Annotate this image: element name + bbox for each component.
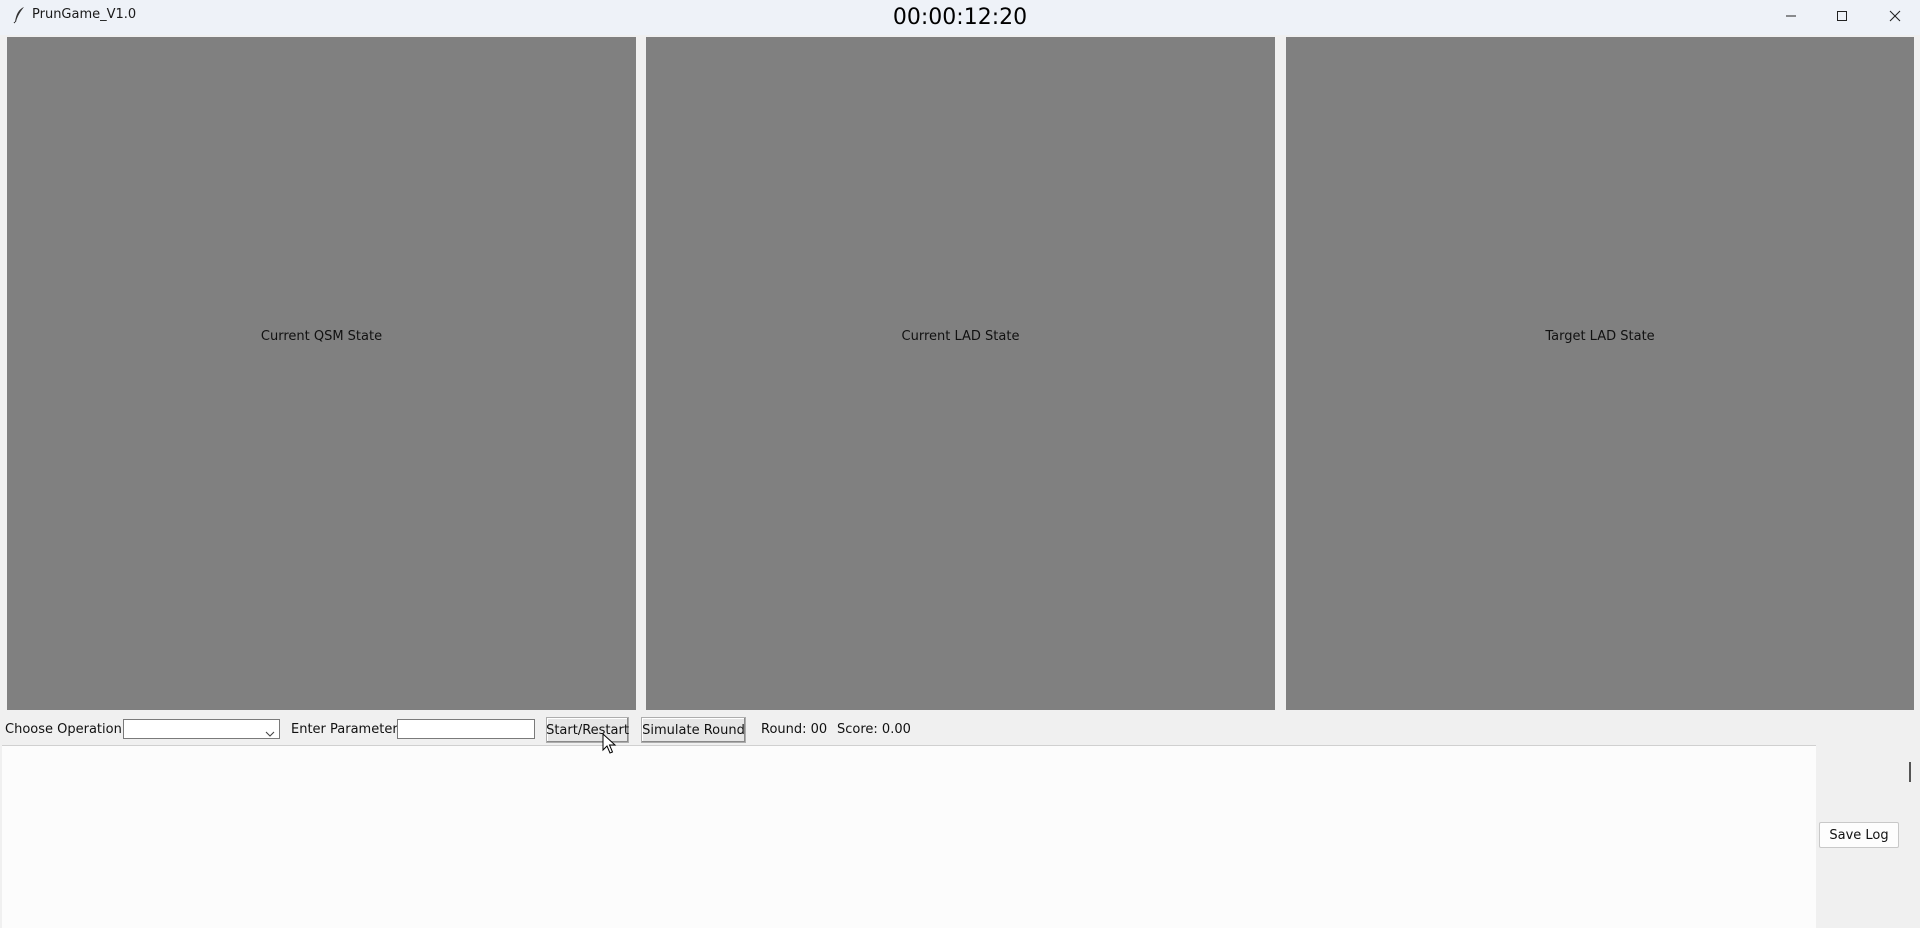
round-counter: Round: 00 (761, 722, 828, 737)
minimize-icon (1786, 15, 1796, 17)
simulate-round-button[interactable]: Simulate Round (641, 717, 746, 743)
score-display: Score: 0.00 (837, 722, 911, 737)
feather-icon (12, 6, 28, 24)
operation-select[interactable] (123, 719, 280, 739)
controls-bar: Choose Operation: Enter Parameter: Start… (0, 716, 1920, 744)
minimize-button[interactable] (1764, 0, 1818, 32)
maximize-icon (1837, 11, 1847, 21)
parameter-input[interactable] (397, 719, 535, 739)
log-text-area[interactable] (2, 745, 1816, 928)
app-window: PrunGame_V1.0 00:00:12:20 Current QSM St… (0, 0, 1920, 928)
maximize-button[interactable] (1815, 0, 1869, 32)
current-lad-state-canvas: Current LAD State (646, 37, 1275, 710)
log-scrollbar[interactable] (1905, 750, 1917, 928)
chevron-down-icon[interactable] (264, 724, 276, 737)
scrollbar-thumb[interactable] (1909, 762, 1911, 782)
window-title: PrunGame_V1.0 (32, 7, 137, 22)
panel-label: Current LAD State (901, 329, 1020, 344)
qsm-state-canvas: Current QSM State (7, 37, 636, 710)
start-restart-button[interactable]: Start/Restart (546, 717, 629, 743)
elapsed-timer: 00:00:12:20 (892, 5, 1028, 30)
close-button[interactable] (1868, 0, 1920, 32)
operation-label: Choose Operation: (5, 722, 127, 737)
parameter-label: Enter Parameter: (291, 722, 402, 737)
panel-label: Target LAD State (1545, 329, 1655, 344)
save-log-button[interactable]: Save Log (1819, 822, 1899, 848)
target-lad-state-canvas: Target LAD State (1286, 37, 1914, 710)
panel-label: Current QSM State (260, 329, 383, 344)
title-bar[interactable]: PrunGame_V1.0 00:00:12:20 (0, 0, 1920, 35)
close-icon (1889, 10, 1901, 22)
